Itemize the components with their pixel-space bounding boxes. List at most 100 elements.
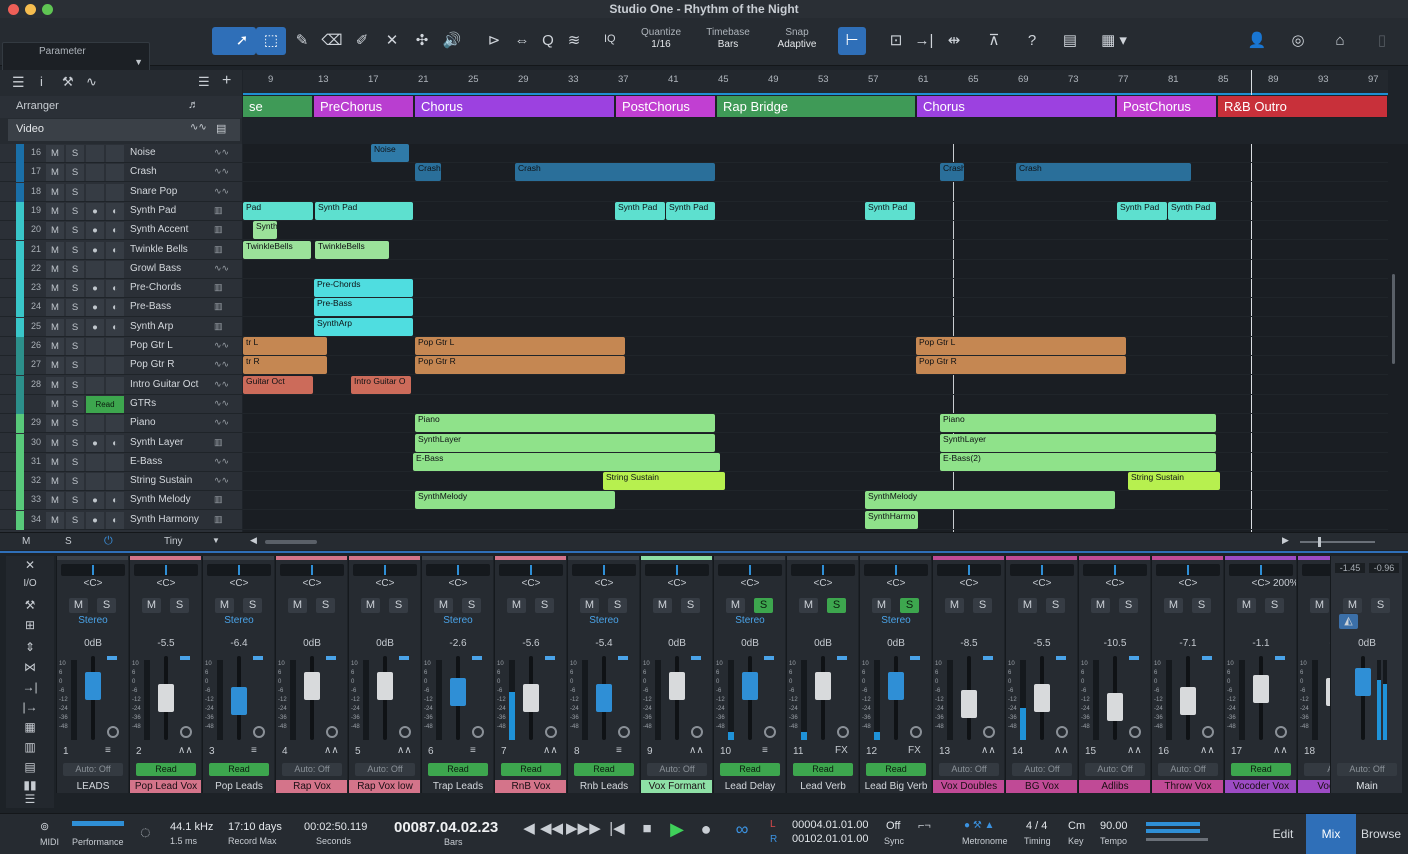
channel-monitor-icon[interactable] bbox=[545, 726, 557, 738]
channel-fader[interactable] bbox=[596, 684, 612, 712]
channel-fader[interactable] bbox=[888, 672, 904, 700]
eraser-tool-button[interactable]: ⌫ bbox=[318, 27, 346, 55]
channel-monitor-icon[interactable] bbox=[618, 726, 630, 738]
bus-icon[interactable]: ≡ bbox=[616, 745, 622, 756]
track-mute-button[interactable]: M bbox=[46, 395, 64, 413]
track-automation-read[interactable]: Read bbox=[86, 395, 124, 413]
rewind-start-button[interactable]: ◀ bbox=[520, 817, 538, 841]
track-mute-button[interactable]: M bbox=[46, 376, 64, 394]
zoom-button[interactable]: ⇹ bbox=[940, 27, 968, 55]
split-tool-button[interactable]: ✎ bbox=[288, 27, 316, 55]
main-mono-button[interactable]: ◭ bbox=[1339, 614, 1358, 629]
pan-knob[interactable] bbox=[61, 564, 125, 576]
track-name[interactable]: Synth Melody bbox=[130, 494, 191, 505]
bus-icon[interactable]: ≡ bbox=[762, 745, 768, 756]
track-solo-button[interactable]: S bbox=[66, 434, 84, 452]
channel-fader[interactable] bbox=[742, 672, 758, 700]
power-icon[interactable]: ⏻ bbox=[104, 535, 113, 548]
arranger-section[interactable]: Chorus bbox=[917, 96, 1116, 117]
channel-name[interactable]: Rap Vox low bbox=[349, 780, 420, 793]
waveform-icon[interactable]: ∿∿ bbox=[214, 475, 229, 486]
waveform-icon[interactable]: ∧∧ bbox=[397, 745, 412, 756]
event-clip[interactable]: Synth Pad bbox=[315, 201, 413, 220]
channel-mode[interactable]: Stereo bbox=[568, 615, 639, 626]
film-icon[interactable]: ▤ bbox=[216, 122, 226, 135]
channel-fader[interactable] bbox=[815, 672, 831, 700]
event-clip[interactable]: Synth Pad bbox=[865, 201, 915, 220]
channel-mute-button[interactable]: M bbox=[142, 598, 161, 613]
track-name[interactable]: Synth Pad bbox=[130, 205, 176, 216]
arranger-section[interactable]: R&B Outro bbox=[1218, 96, 1388, 117]
pan-knob[interactable] bbox=[572, 564, 636, 576]
paint-tool-button[interactable]: ✐ bbox=[348, 27, 376, 55]
arranger-section[interactable]: PostChorus bbox=[616, 96, 716, 117]
browse-button[interactable]: Browse bbox=[1356, 814, 1406, 854]
channel-solo-button[interactable]: S bbox=[900, 598, 919, 613]
track-mute-button[interactable]: M bbox=[46, 357, 64, 375]
track-record-button[interactable]: ● bbox=[86, 241, 104, 259]
channel-fader[interactable] bbox=[304, 672, 320, 700]
waveform-icon[interactable]: ∿∿ bbox=[214, 340, 229, 351]
waveform-icon[interactable]: ∿∿ bbox=[214, 456, 229, 467]
channel-mute-button[interactable]: M bbox=[215, 598, 234, 613]
track-mute-button[interactable]: M bbox=[46, 222, 64, 240]
channel-name[interactable]: RnB Vox bbox=[495, 780, 566, 793]
track-monitor-button[interactable]: ◐ bbox=[106, 202, 124, 220]
fx-icon[interactable]: FX bbox=[835, 745, 848, 756]
track-mute-button[interactable]: M bbox=[46, 511, 64, 529]
track-header[interactable]: 26 M S Pop Gtr L ∿∿ bbox=[0, 337, 242, 356]
track-mute-button[interactable]: M bbox=[46, 434, 64, 452]
zoom-slider-handle[interactable] bbox=[1318, 537, 1321, 547]
channel-mute-button[interactable]: M bbox=[726, 598, 745, 613]
channel-monitor-icon[interactable] bbox=[764, 726, 776, 738]
return-to-zero-button[interactable]: |◀ bbox=[608, 817, 626, 841]
fast-forward-button[interactable]: ▶▶ bbox=[566, 817, 589, 841]
track-record-button[interactable]: ● bbox=[86, 318, 104, 336]
loop-button[interactable]: ∞ bbox=[728, 817, 756, 841]
arranger-section[interactable]: Chorus bbox=[415, 96, 615, 117]
track-solo-button[interactable]: S bbox=[66, 145, 84, 162]
track-record-button[interactable]: ● bbox=[86, 492, 104, 510]
tempo-value[interactable]: 90.00 bbox=[1100, 820, 1128, 832]
track-solo-button[interactable]: S bbox=[66, 202, 84, 220]
channel-name[interactable]: Lead Verb bbox=[787, 780, 858, 793]
pan-knob[interactable] bbox=[937, 564, 1001, 576]
keyboard-icon[interactable]: ▥ bbox=[6, 740, 54, 758]
home-button[interactable]: ⌂ bbox=[1326, 27, 1354, 55]
collapse-icon[interactable]: ⋈ bbox=[6, 660, 54, 678]
channel-solo-button[interactable]: S bbox=[535, 598, 554, 613]
channel-monitor-icon[interactable] bbox=[253, 726, 265, 738]
channel-automation[interactable]: Aut bbox=[1304, 763, 1330, 776]
snap-selector[interactable]: Snap Adaptive bbox=[768, 27, 826, 51]
track-name[interactable]: Piano bbox=[130, 417, 156, 428]
waveform-icon[interactable]: ∧∧ bbox=[1127, 745, 1142, 756]
track-menu-icon[interactable]: ☰ bbox=[198, 74, 210, 90]
scroll-right-icon[interactable]: ▶ bbox=[1282, 535, 1289, 546]
track-monitor-button[interactable] bbox=[106, 376, 124, 394]
track-monitor-button[interactable]: ◐ bbox=[106, 222, 124, 240]
channel-solo-button[interactable]: S bbox=[243, 598, 262, 613]
track-monitor-button[interactable] bbox=[106, 357, 124, 375]
track-mute-button[interactable]: M bbox=[46, 183, 64, 201]
instrument-icon[interactable]: ▥ bbox=[214, 494, 223, 505]
mute-tool-button[interactable]: ✕ bbox=[378, 27, 406, 55]
track-mute-button[interactable]: M bbox=[46, 318, 64, 336]
track-header[interactable]: 22 M S Growl Bass ∿∿ bbox=[0, 259, 242, 279]
channel-solo-button[interactable]: S bbox=[462, 598, 481, 613]
event-clip[interactable]: Crash bbox=[415, 163, 441, 182]
channel-mode[interactable]: Stereo bbox=[860, 615, 931, 626]
waveform-icon[interactable]: ∿∿ bbox=[214, 359, 229, 370]
master-volume-slider[interactable] bbox=[1146, 838, 1208, 841]
event-clip[interactable]: Pop Gtr R bbox=[916, 356, 1126, 375]
track-name[interactable]: Intro Guitar Oct bbox=[130, 379, 198, 390]
channel-name[interactable]: Pop Leads bbox=[203, 780, 274, 793]
channel-name[interactable]: BG Vox bbox=[1006, 780, 1077, 793]
stretch-button[interactable]: ⇔ bbox=[508, 27, 536, 55]
track-lane[interactable] bbox=[243, 395, 1388, 414]
event-clip[interactable]: SynthHarmo bbox=[865, 510, 918, 529]
channel-mute-button[interactable]: M bbox=[580, 598, 599, 613]
edit-button[interactable]: Edit bbox=[1258, 814, 1308, 854]
track-solo-button[interactable]: S bbox=[66, 222, 84, 240]
track-monitor-button[interactable]: ◐ bbox=[106, 280, 124, 298]
channel-automation[interactable]: Read bbox=[793, 763, 853, 776]
